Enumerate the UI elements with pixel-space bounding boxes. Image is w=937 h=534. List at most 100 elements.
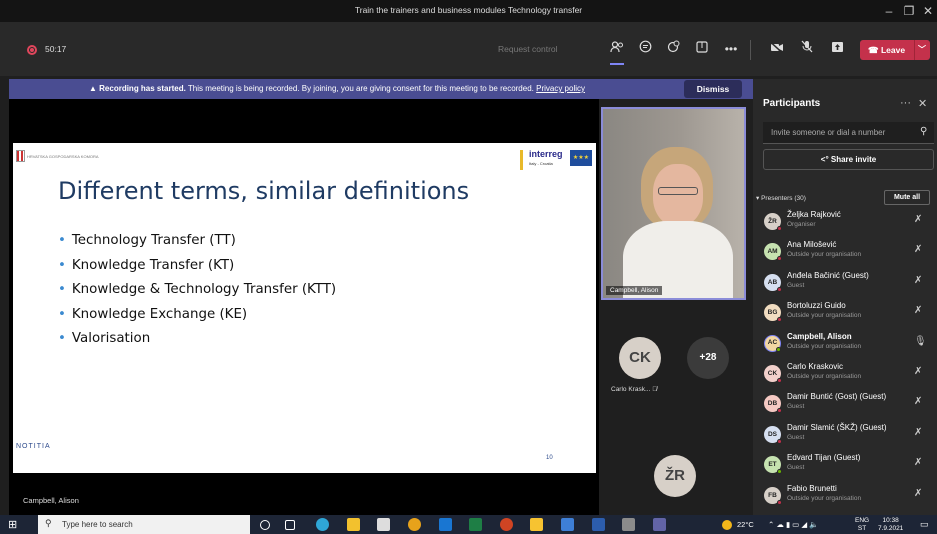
store-icon[interactable] xyxy=(377,518,390,531)
windows-start-icon[interactable]: ⊞ xyxy=(8,518,17,531)
participant-row[interactable]: DS Damir Slamić (ŠKŽ) (Guest) Guest ✗ xyxy=(753,419,937,449)
task-view-icon[interactable] xyxy=(285,520,295,530)
leave-button[interactable]: ☎ Leave ﹀ xyxy=(860,40,930,60)
participant-row[interactable]: AB Anđela Bačinić (Guest) Guest ✗ xyxy=(753,267,937,297)
mic-off-icon[interactable]: ✗ xyxy=(914,396,922,407)
participant-row[interactable]: AC Campbell, Alison Outside your organisat… xyxy=(753,328,937,358)
share-invite-button[interactable]: <° Share invite xyxy=(763,149,934,170)
share-screen-icon[interactable] xyxy=(826,39,848,59)
slide-bullet: Valorisation xyxy=(58,331,336,356)
avatar-zeljka-rajkovic[interactable]: ŽR xyxy=(654,455,696,497)
slide-bullet: Knowledge & Technology Transfer (KTT) xyxy=(58,282,336,307)
presenters-section-toggle[interactable]: ▾ Presenters (30) xyxy=(756,194,806,202)
app-icon[interactable] xyxy=(622,518,635,531)
participant-role: Guest xyxy=(787,464,805,472)
clock-time: 10:38 xyxy=(882,517,899,524)
eu-flag-icon: ★★★ xyxy=(570,150,592,166)
avatar: AM xyxy=(764,243,782,262)
panel-more-icon[interactable]: ··· xyxy=(900,97,911,109)
video-person-glasses xyxy=(658,187,698,195)
participant-row[interactable]: FB Fabio Brunetti Outside your organisatio… xyxy=(753,480,937,510)
participant-role: Guest xyxy=(787,433,805,441)
file-explorer-icon[interactable] xyxy=(347,518,360,531)
camera-off-icon[interactable] xyxy=(766,39,788,59)
participant-list: ŽR Željka Rajković Organiser ✗ AM Ana Milošev… xyxy=(753,206,937,510)
language-indicator[interactable]: ENG ST xyxy=(855,517,869,533)
leave-label: Leave xyxy=(880,45,906,55)
presence-status-icon xyxy=(776,346,781,352)
participant-row[interactable]: ŽR Željka Rajković Organiser ✗ xyxy=(753,206,937,236)
presence-status-icon xyxy=(777,377,782,383)
edge-icon[interactable] xyxy=(316,518,329,531)
avatar: FB xyxy=(764,486,782,505)
clock-date: 7.9.2021 xyxy=(878,525,904,532)
search-icon: ⚲ xyxy=(920,126,928,137)
excel-icon[interactable] xyxy=(469,518,482,531)
mic-off-icon[interactable]: ✗ xyxy=(914,457,922,468)
mic-off-icon[interactable]: ✗ xyxy=(914,275,922,286)
mic-off-icon[interactable]: ✗ xyxy=(914,214,922,225)
more-options-icon[interactable]: ••• xyxy=(720,39,742,59)
taskbar-search-input[interactable]: ⚲ Type here to search xyxy=(38,515,250,534)
chevron-down-icon[interactable]: ﹀ xyxy=(918,40,926,60)
avatar: DB xyxy=(764,395,782,414)
rooms-icon[interactable] xyxy=(691,39,713,59)
participant-name: Edvard Tijan (Guest) xyxy=(787,453,861,463)
mic-off-icon[interactable]: ✗ xyxy=(914,488,922,499)
participant-row[interactable]: AM Ana Milošević Outside your organisation… xyxy=(753,236,937,266)
powerpoint-icon[interactable] xyxy=(500,518,513,531)
participant-name: Damir Slamić (ŠKŽ) (Guest) xyxy=(787,422,887,432)
word-icon[interactable] xyxy=(561,518,574,531)
participant-name: Anđela Bačinić (Guest) xyxy=(787,270,869,280)
toolbar-divider xyxy=(750,40,751,60)
more-participants-button[interactable]: +28 xyxy=(687,337,729,379)
leave-divider xyxy=(914,40,915,60)
participant-row[interactable]: DB Damir Buntić (Gost) (Guest) Guest ✗ xyxy=(753,388,937,418)
search-icon: ⚲ xyxy=(45,518,52,528)
sticky-notes-icon[interactable] xyxy=(530,518,543,531)
presence-status-icon xyxy=(777,408,782,414)
weather-icon[interactable] xyxy=(722,520,732,530)
panel-close-icon[interactable]: ✕ xyxy=(918,97,927,110)
banner-bold: Recording has started. xyxy=(99,84,186,93)
participant-row[interactable]: ET Edvard Tijan (Guest) Guest ✗ xyxy=(753,449,937,479)
video-person-face xyxy=(653,164,703,226)
request-control-button[interactable]: Request control xyxy=(498,44,558,54)
teams-icon[interactable] xyxy=(653,518,666,531)
mic-off-icon[interactable]: ✗ xyxy=(914,427,922,438)
taskbar-clock[interactable]: 10:38 7.9.2021 xyxy=(878,517,903,533)
panel-title: Participants xyxy=(763,98,821,109)
privacy-policy-link[interactable]: Privacy policy xyxy=(536,84,585,93)
mic-off-icon[interactable] xyxy=(796,39,818,59)
participant-role: Outside your organisation xyxy=(787,372,862,380)
mute-all-button[interactable]: Mute all xyxy=(884,190,930,205)
mic-off-icon[interactable]: ✗ xyxy=(914,366,922,377)
dismiss-button[interactable]: Dismiss xyxy=(684,80,742,98)
avatar-carlo-kraskovic[interactable]: CK xyxy=(619,337,661,379)
mic-off-icon[interactable]: ✗ xyxy=(914,305,922,316)
invite-search-input[interactable]: Invite someone or dial a number ⚲ xyxy=(763,122,934,144)
outlook-icon[interactable] xyxy=(439,518,452,531)
chrome-icon[interactable] xyxy=(408,518,421,531)
presence-status-icon xyxy=(777,499,782,505)
participants-icon[interactable] xyxy=(606,39,628,65)
notifications-icon[interactable]: ▭ xyxy=(920,519,929,530)
slide-bullet: Knowledge Exchange (KE) xyxy=(58,307,336,332)
participant-row[interactable]: CK Carlo Kraskovic Outside your organisati… xyxy=(753,358,937,388)
system-tray-icons[interactable]: ⌃ ☁ ▮ ▭ ◢ 🔈 xyxy=(768,520,819,529)
avatar: ET xyxy=(764,456,782,475)
cortana-icon[interactable] xyxy=(260,520,270,530)
close-window-button[interactable]: ✕ xyxy=(915,2,937,20)
participant-name: Željka Rajković xyxy=(787,210,841,219)
chat-icon[interactable] xyxy=(634,39,656,59)
interreg-logo: interreg Italy - Croatia xyxy=(520,150,565,170)
app-icon[interactable] xyxy=(592,518,605,531)
participant-video-tile[interactable]: Campbell, Alison xyxy=(601,107,746,300)
banner-text: ▲ Recording has started. This meeting is… xyxy=(89,84,585,93)
mic-off-icon[interactable]: ✗ xyxy=(914,244,922,255)
temperature[interactable]: 22°C xyxy=(737,520,754,529)
participant-row[interactable]: BG Bortoluzzi Guido Outside your organisat… xyxy=(753,297,937,327)
mic-on-icon[interactable]: 🎙 xyxy=(914,336,927,347)
taskbar-search-placeholder: Type here to search xyxy=(62,520,133,529)
reactions-icon[interactable] xyxy=(662,39,684,59)
